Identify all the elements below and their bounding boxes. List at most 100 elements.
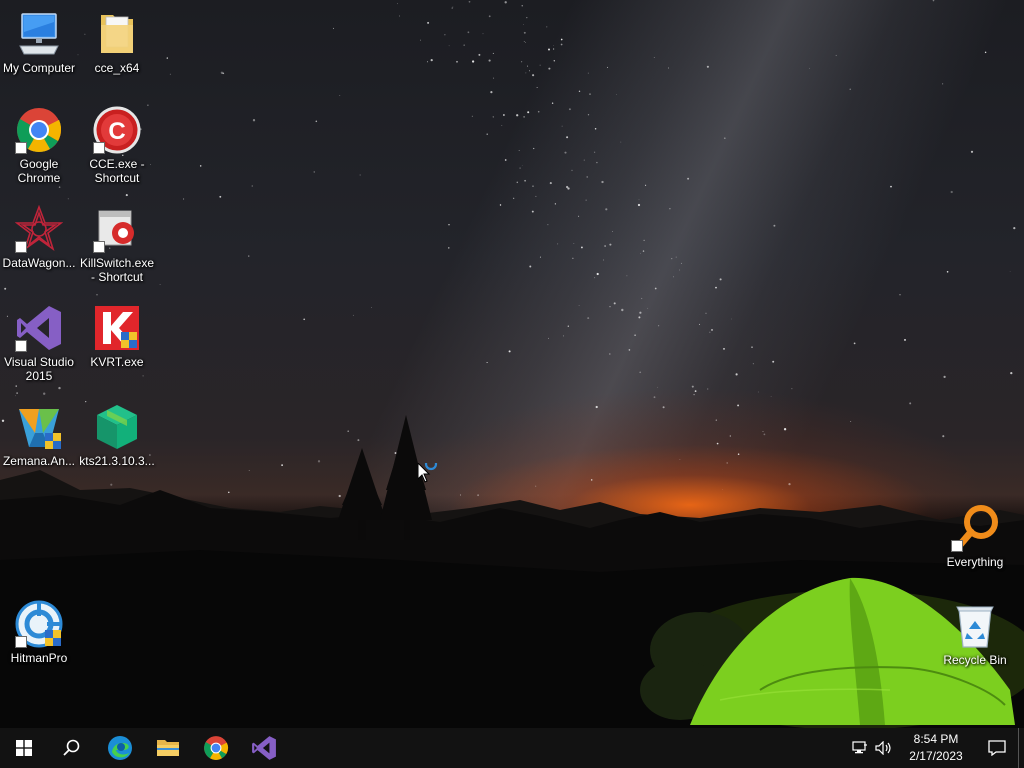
edge-button[interactable] [96, 728, 144, 768]
star [657, 386, 659, 388]
volume-icon[interactable] [872, 728, 896, 768]
star [890, 185, 892, 188]
star [419, 39, 422, 41]
star [719, 278, 722, 281]
shortcut-arrow-icon [15, 340, 27, 352]
star [516, 181, 519, 184]
star [626, 275, 628, 277]
star [849, 88, 851, 90]
star [596, 272, 599, 276]
star [723, 348, 725, 350]
taskbar: 8:54 PM 2/17/2023 [0, 728, 1024, 768]
star [899, 294, 901, 296]
star [763, 433, 766, 436]
desktop-icon-label: Everything [946, 555, 1004, 569]
star [611, 231, 613, 232]
star [638, 199, 640, 201]
star [946, 271, 949, 273]
star [568, 108, 571, 111]
file-explorer-button[interactable] [144, 728, 192, 768]
star [553, 60, 556, 62]
show-desktop-button[interactable] [1018, 728, 1024, 768]
desktop-icon-kvrt[interactable]: KVRT.exe [78, 304, 156, 369]
star [228, 491, 230, 494]
star [634, 334, 636, 337]
star [587, 317, 590, 320]
taskbar-clock[interactable]: 8:54 PM 2/17/2023 [900, 731, 972, 765]
desktop-icon-my-computer[interactable]: My Computer [0, 10, 78, 75]
desktop-icon-everything[interactable]: Everything [936, 504, 1014, 569]
windows-logo-icon [16, 740, 32, 756]
star [705, 312, 707, 314]
star [347, 430, 350, 433]
shortcut-arrow-icon [93, 241, 105, 253]
star [593, 151, 596, 153]
star [621, 308, 624, 312]
star [770, 396, 772, 397]
star [1010, 371, 1013, 375]
mouse-cursor-busy-icon [417, 457, 442, 492]
star [488, 15, 491, 18]
star [518, 149, 520, 152]
star [909, 402, 912, 405]
notification-center-button[interactable] [976, 728, 1018, 768]
visual-studio-button[interactable] [240, 728, 288, 768]
desktop-icon-recycle-bin[interactable]: Recycle Bin [936, 602, 1014, 667]
desktop-icon-visual-studio[interactable]: Visual Studio 2015 [0, 304, 78, 383]
star [585, 199, 587, 201]
star [526, 16, 528, 19]
desktop-icon-label: DataWagon... [2, 256, 76, 270]
star [707, 388, 709, 390]
desktop-icon-label: Visual Studio 2015 [4, 355, 74, 383]
desktop-icon-datawagon[interactable]: DataWagon... [0, 205, 78, 270]
star [222, 72, 225, 75]
star [687, 177, 690, 180]
folder-icon [93, 10, 141, 58]
edge-icon [108, 736, 132, 760]
start-button[interactable] [0, 728, 48, 768]
system-tray: 8:54 PM 2/17/2023 [848, 728, 1024, 768]
star [567, 187, 570, 190]
star [562, 335, 565, 337]
star [639, 371, 642, 374]
desktop-icon-google-chrome[interactable]: Google Chrome [0, 106, 78, 185]
star [313, 171, 315, 173]
star [96, 294, 98, 296]
network-icon[interactable] [848, 728, 872, 768]
star [533, 147, 535, 150]
shortcut-arrow-icon [15, 636, 27, 648]
star [468, 0, 471, 3]
desktop-icon-killswitch[interactable]: KillSwitch.exe - Shortcut [78, 205, 156, 284]
star [486, 361, 488, 364]
desktop-icon-zemana[interactable]: Zemana.An... [0, 403, 78, 468]
star [604, 245, 606, 247]
desktop-icon-cce-shortcut[interactable]: C CCE.exe - Shortcut [78, 106, 156, 185]
desktop-icon-kts[interactable]: kts21.3.10.3... [78, 403, 156, 468]
recycle-bin-icon [951, 602, 999, 650]
desktop-icon-label: KVRT.exe [90, 355, 144, 369]
star [503, 114, 505, 116]
star [493, 77, 495, 79]
star [788, 483, 791, 486]
desktop-icon-cce-x64[interactable]: cce_x64 [78, 10, 156, 75]
star [251, 185, 253, 187]
star [752, 363, 754, 365]
star [904, 338, 906, 341]
star [606, 66, 609, 68]
star [662, 406, 665, 409]
star [535, 485, 537, 487]
desktop[interactable]: My Computer cce_x64 Google Chrome C CCE.… [0, 0, 1024, 728]
star [608, 353, 611, 355]
chrome-icon [15, 106, 63, 154]
star [560, 38, 563, 41]
desktop-icon-hitmanpro[interactable]: HitmanPro [0, 600, 78, 665]
star [762, 430, 764, 433]
star [252, 119, 256, 122]
star [737, 404, 740, 407]
star [456, 60, 458, 63]
desktop-icon-label: HitmanPro [10, 651, 68, 665]
chrome-button[interactable] [192, 728, 240, 768]
star [448, 224, 450, 226]
search-button[interactable] [48, 728, 96, 768]
everything-icon [951, 504, 999, 552]
